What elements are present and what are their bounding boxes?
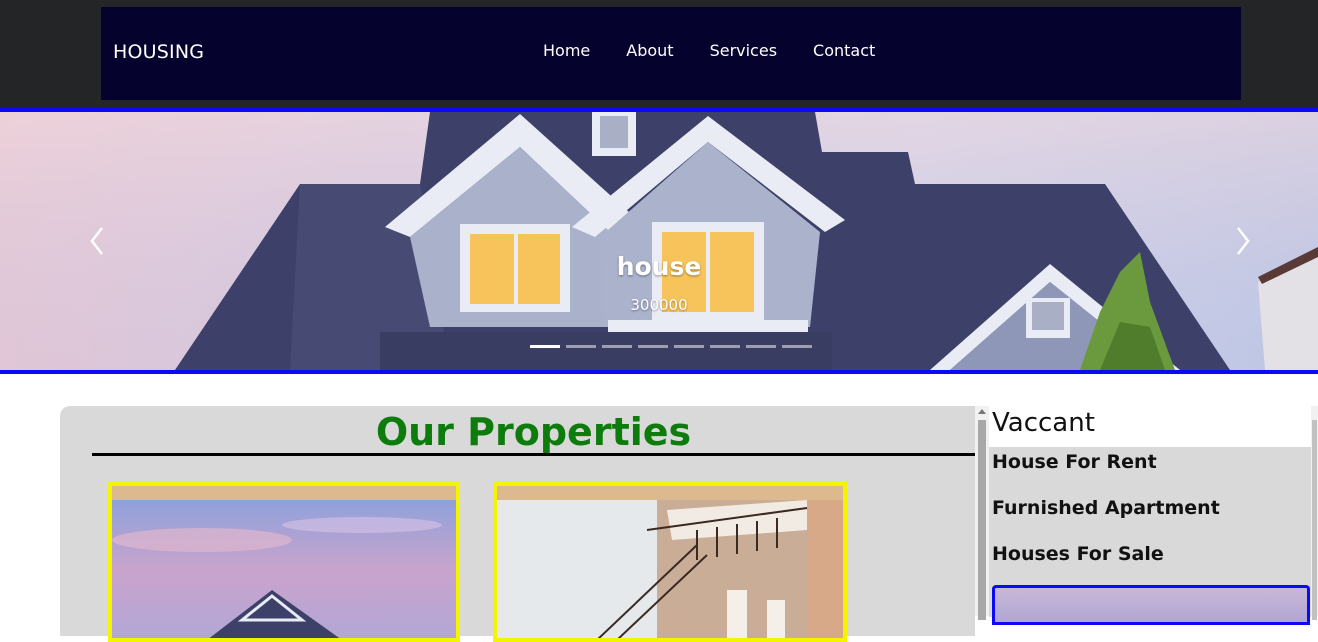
carousel-indicator[interactable] bbox=[782, 345, 812, 348]
properties-title: Our Properties bbox=[375, 410, 692, 454]
navbar: HOUSING Home About Services Contact bbox=[101, 7, 1241, 100]
sidebar-scrollbar[interactable] bbox=[975, 406, 989, 620]
sidebar-item-house-for-rent[interactable]: House For Rent bbox=[992, 451, 1157, 473]
property-card[interactable] bbox=[493, 482, 847, 642]
page-scrollbar[interactable] bbox=[1311, 406, 1318, 620]
hero-carousel[interactable]: house 300000 bbox=[0, 108, 1318, 374]
nav-link-services[interactable]: Services bbox=[710, 41, 777, 60]
scrollbar-thumb[interactable] bbox=[978, 420, 986, 620]
carousel-caption-price: 300000 bbox=[630, 296, 688, 314]
vacant-sidebar: Vaccant House For Rent Furnished Apartme… bbox=[989, 406, 1311, 625]
sidebar-list: House For Rent Furnished Apartment House… bbox=[989, 447, 1311, 625]
sidebar-featured-image[interactable] bbox=[992, 585, 1310, 625]
carousel-indicator[interactable] bbox=[674, 345, 704, 348]
property-card[interactable] bbox=[108, 482, 460, 642]
sidebar-heading: Vaccant bbox=[992, 408, 1095, 438]
property-image-interior bbox=[497, 500, 843, 638]
scroll-up-icon[interactable] bbox=[978, 409, 986, 414]
nav-link-about[interactable]: About bbox=[626, 41, 673, 60]
nav-links: Home About Services Contact bbox=[543, 41, 875, 60]
sidebar-item-furnished-apartment[interactable]: Furnished Apartment bbox=[992, 497, 1220, 519]
carousel-indicator[interactable] bbox=[638, 345, 668, 348]
page-scrollbar-thumb[interactable] bbox=[1312, 420, 1317, 620]
carousel-indicator[interactable] bbox=[566, 345, 596, 348]
property-image-house bbox=[112, 500, 456, 638]
carousel-caption-title: house bbox=[616, 252, 702, 281]
carousel-indicator[interactable] bbox=[710, 345, 740, 348]
nav-link-home[interactable]: Home bbox=[543, 41, 590, 60]
hero-house-image bbox=[0, 112, 1318, 370]
carousel-indicators bbox=[530, 345, 818, 348]
nav-link-contact[interactable]: Contact bbox=[813, 41, 875, 60]
properties-panel: Our Properties bbox=[60, 406, 975, 642]
carousel-indicator[interactable] bbox=[602, 345, 632, 348]
sidebar-item-houses-for-sale[interactable]: Houses For Sale bbox=[992, 543, 1164, 565]
carousel-indicator[interactable] bbox=[746, 345, 776, 348]
title-divider bbox=[92, 453, 975, 456]
brand-logo[interactable]: HOUSING bbox=[113, 41, 204, 63]
carousel-indicator[interactable] bbox=[530, 345, 560, 348]
